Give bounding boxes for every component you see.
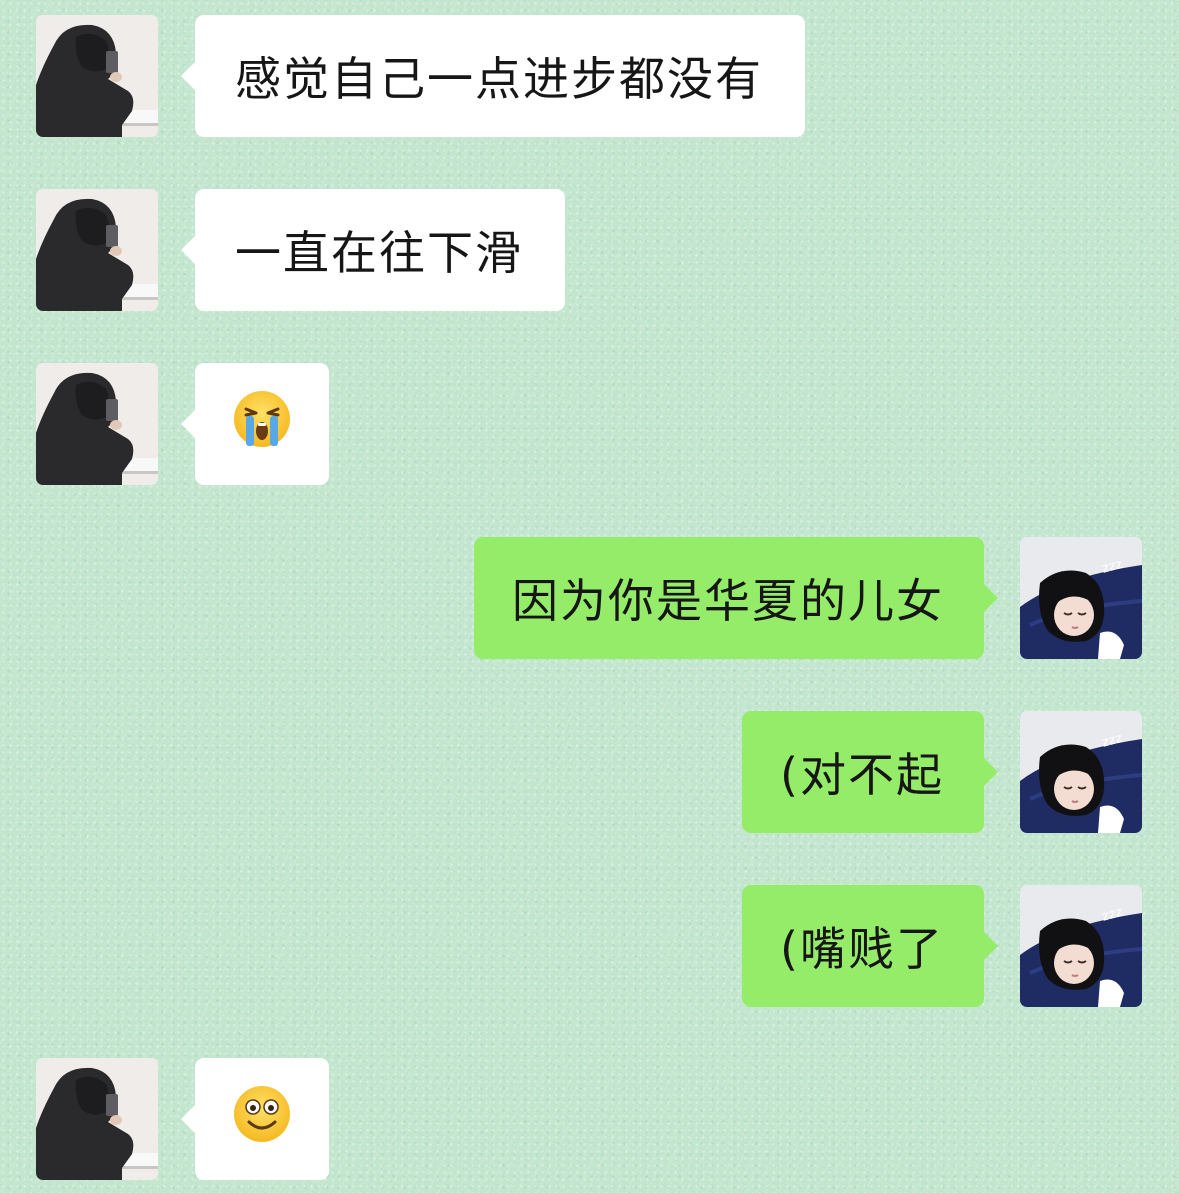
contact-avatar[interactable] — [36, 189, 158, 311]
message-row: 一直在往下滑 — [0, 189, 1179, 313]
message-text: (嘴贱了 — [780, 922, 944, 976]
user-avatar[interactable]: zzz — [1020, 537, 1142, 659]
message-row: 感觉自己一点进步都没有 — [0, 15, 1179, 139]
smiling-face-icon — [232, 1084, 292, 1155]
outgoing-message-bubble[interactable]: (对不起 — [742, 711, 998, 833]
contact-avatar[interactable] — [36, 363, 158, 485]
outgoing-message-bubble[interactable]: 因为你是华夏的儿女 — [474, 537, 998, 659]
message-row — [0, 1058, 1179, 1182]
message-row: 因为你是华夏的儿女 zzz — [0, 537, 1179, 661]
message-text: 感觉自己一点进步都没有 — [235, 52, 763, 106]
user-avatar[interactable]: zzz — [1020, 885, 1142, 1007]
incoming-emoji-bubble[interactable] — [181, 363, 329, 485]
contact-avatar[interactable] — [36, 15, 158, 137]
incoming-message-bubble[interactable]: 感觉自己一点进步都没有 — [181, 15, 805, 137]
message-row — [0, 363, 1179, 487]
outgoing-message-bubble[interactable]: (嘴贱了 — [742, 885, 998, 1007]
message-row: (嘴贱了 zzz — [0, 885, 1179, 1009]
message-row: (对不起 zzz — [0, 711, 1179, 835]
user-avatar[interactable]: zzz — [1020, 711, 1142, 833]
loudly-crying-face-icon — [232, 389, 292, 460]
message-text: (对不起 — [780, 748, 944, 802]
incoming-emoji-bubble[interactable] — [181, 1058, 329, 1180]
incoming-message-bubble[interactable]: 一直在往下滑 — [181, 189, 565, 311]
contact-avatar[interactable] — [36, 1058, 158, 1180]
message-text: 一直在往下滑 — [235, 226, 523, 280]
message-text: 因为你是华夏的儿女 — [512, 574, 944, 628]
